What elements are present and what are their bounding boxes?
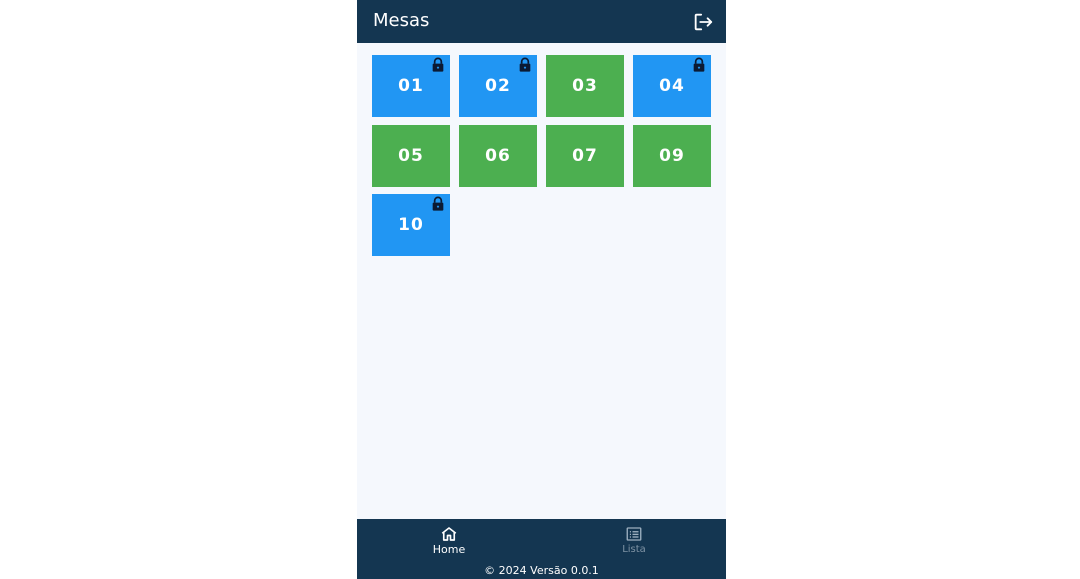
lock-icon <box>430 57 446 73</box>
table-number: 04 <box>659 76 685 96</box>
app-header: Mesas <box>357 0 726 43</box>
table-tile[interactable]: 10 <box>372 194 450 256</box>
table-tile[interactable]: 06 <box>459 124 537 187</box>
version-footer: © 2024 Versão 0.0.1 <box>484 564 599 577</box>
table-tile[interactable]: 09 <box>633 124 711 187</box>
table-number: 10 <box>398 215 424 235</box>
table-tile[interactable]: 04 <box>633 55 711 117</box>
nav-label-home: Home <box>432 543 466 556</box>
nav-item-home[interactable]: Home <box>389 525 509 561</box>
table-number: 01 <box>398 76 424 96</box>
bottom-navigation: Home Lista © 2024 Versão 0.0.1 <box>357 519 726 579</box>
table-number: 07 <box>572 145 598 166</box>
app-screen: Mesas 01 02 03 04 05 06 07 09 10 Home Li… <box>357 0 726 579</box>
table-tile[interactable]: 01 <box>372 55 450 117</box>
page-title: Mesas <box>373 10 430 31</box>
lock-icon <box>517 57 533 73</box>
table-number: 06 <box>485 145 511 166</box>
table-number: 05 <box>398 145 424 166</box>
lock-icon <box>430 196 446 212</box>
table-tile[interactable]: 03 <box>546 55 624 117</box>
nav-label-list: Lista <box>622 544 646 555</box>
logout-button[interactable] <box>692 11 714 33</box>
lock-icon <box>691 57 707 73</box>
nav-item-list[interactable]: Lista <box>574 525 694 561</box>
table-number: 03 <box>572 76 598 96</box>
logout-icon <box>694 13 713 31</box>
home-icon <box>441 527 457 541</box>
table-number: 02 <box>485 76 511 96</box>
list-icon <box>626 527 642 541</box>
table-tile[interactable]: 05 <box>372 124 450 187</box>
table-number: 09 <box>659 145 685 166</box>
table-tile[interactable]: 07 <box>546 124 624 187</box>
table-tile[interactable]: 02 <box>459 55 537 117</box>
